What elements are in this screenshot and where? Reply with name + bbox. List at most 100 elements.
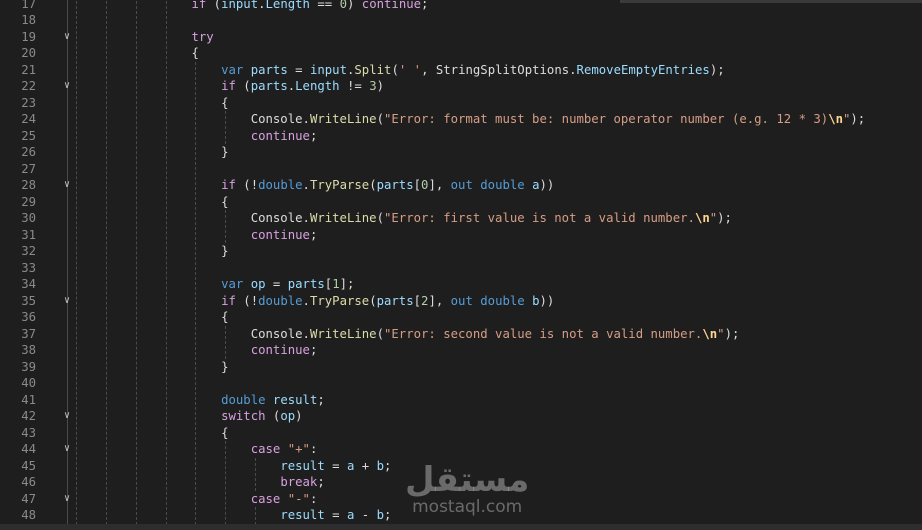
indent-guide	[255, 507, 256, 524]
indent-guide	[136, 0, 137, 524]
code-token: WriteLine	[309, 112, 377, 126]
line-number: 38	[21, 343, 36, 357]
code-line[interactable]: 27	[0, 161, 922, 178]
indent-guide	[106, 0, 107, 524]
line-number: 42	[21, 409, 36, 423]
line-number: 28	[21, 178, 36, 192]
code-token: double	[258, 178, 303, 192]
code-text: if (parts.Length != 3)	[73, 78, 384, 95]
code-token: a	[532, 178, 540, 192]
code-token: ;	[383, 458, 392, 473]
code-text: {	[73, 194, 228, 211]
code-token: \n	[702, 326, 718, 341]
code-line[interactable]: 35 ∨ if (!double.TryParse(parts[2], out d…	[0, 293, 922, 310]
code-line[interactable]: 22 ∨ if (parts.Length != 3)	[0, 78, 922, 95]
line-number: 20	[21, 46, 36, 60]
code-text: {	[73, 95, 228, 112]
code-text: if (input.Length == 0) continue;	[73, 0, 428, 12]
code-text: var parts = input.Split(' ', StringSplit…	[73, 62, 725, 79]
code-line[interactable]: 26 }	[0, 144, 922, 161]
code-token: parts	[287, 277, 325, 291]
code-line[interactable]: 37 Console.WriteLine("Error: second valu…	[0, 326, 922, 343]
code-token: double	[480, 293, 525, 308]
line-number: 23	[21, 95, 36, 110]
fold-chevron-icon[interactable]: ∨	[62, 177, 72, 194]
code-token: Split	[354, 62, 392, 77]
line-number: 40	[21, 376, 36, 390]
code-text: {	[73, 309, 228, 326]
code-token: "-"	[287, 491, 310, 506]
code-line[interactable]: 33	[0, 260, 922, 277]
code-line[interactable]: 38 continue;	[0, 342, 922, 359]
code-token: (!	[235, 178, 259, 192]
code-token: b	[376, 508, 384, 522]
code-token: Console.	[191, 326, 310, 341]
indent-guide	[76, 0, 77, 524]
fold-chevron-icon[interactable]: ∨	[62, 491, 72, 508]
code-line[interactable]: 34 var op = parts[1];	[0, 276, 922, 293]
code-token: }	[191, 359, 229, 374]
line-number: 47	[21, 491, 36, 506]
code-line[interactable]: 31 continue;	[0, 227, 922, 244]
line-number: 41	[21, 392, 36, 407]
line-number: 44	[21, 442, 36, 456]
code-token: );	[724, 326, 740, 341]
line-number: 22	[21, 79, 36, 93]
code-line[interactable]: 32 }	[0, 243, 922, 260]
code-token: (	[265, 409, 281, 423]
horizontal-scrollbar[interactable]	[0, 524, 922, 530]
code-token: var	[221, 277, 244, 291]
code-token: (	[369, 178, 377, 192]
code-token: (!	[235, 293, 259, 308]
code-token: );	[709, 62, 725, 77]
code-line[interactable]: 18	[0, 12, 922, 29]
fold-chevron-icon[interactable]: ∨	[62, 29, 72, 46]
code-token: ;	[309, 343, 318, 357]
code-line[interactable]: 21 var parts = input.Split(' ', StringSp…	[0, 62, 922, 79]
code-text: if (!double.TryParse(parts[0], out doubl…	[73, 177, 554, 194]
code-line[interactable]: 29 {	[0, 194, 922, 211]
code-line[interactable]: 44 ∨ case "+":	[0, 441, 922, 458]
fold-chevron-icon[interactable]: ∨	[62, 78, 72, 95]
code-line[interactable]: 20 {	[0, 45, 922, 62]
code-token: double	[221, 392, 266, 407]
line-number: 46	[21, 475, 36, 489]
code-line[interactable]: 23 {	[0, 95, 922, 112]
code-line[interactable]: 28 ∨ if (!double.TryParse(parts[0], out d…	[0, 177, 922, 194]
code-line[interactable]: 40	[0, 375, 922, 392]
line-number: 48	[21, 508, 36, 522]
line-number: 36	[21, 310, 36, 324]
code-line[interactable]: 41 double result;	[0, 392, 922, 409]
code-editor[interactable]: 17 if (input.Length == 0) continue; 18 19 ∨…	[0, 0, 922, 524]
line-number: 32	[21, 244, 36, 258]
code-token: case	[250, 491, 281, 506]
code-token: ;	[309, 128, 318, 143]
indent-guide	[255, 457, 256, 491]
code-line[interactable]: 30 Console.WriteLine("Error: first value…	[0, 210, 922, 227]
code-line[interactable]: 42 ∨ switch (op)	[0, 408, 922, 425]
code-token: TryParse	[309, 293, 370, 308]
code-text: try	[73, 29, 213, 46]
fold-chevron-icon[interactable]: ∨	[62, 441, 72, 458]
code-token: parts	[376, 178, 414, 192]
code-text: result = a - b;	[73, 507, 391, 524]
top-tab-strip	[620, 0, 922, 3]
code-token: result	[280, 508, 325, 522]
fold-chevron-icon[interactable]: ∨	[62, 408, 72, 425]
code-line[interactable]: 19 ∨ try	[0, 29, 922, 46]
line-number: 18	[21, 13, 36, 27]
code-token: (	[376, 211, 384, 225]
code-line[interactable]: 24 Console.WriteLine("Error: format must…	[0, 111, 922, 128]
code-line[interactable]: 25 continue;	[0, 128, 922, 145]
indent-guide	[225, 325, 226, 359]
code-line[interactable]: 43 {	[0, 425, 922, 442]
fold-chevron-icon[interactable]: ∨	[62, 293, 72, 310]
code-line[interactable]: 39 }	[0, 359, 922, 376]
code-line[interactable]: 36 {	[0, 309, 922, 326]
